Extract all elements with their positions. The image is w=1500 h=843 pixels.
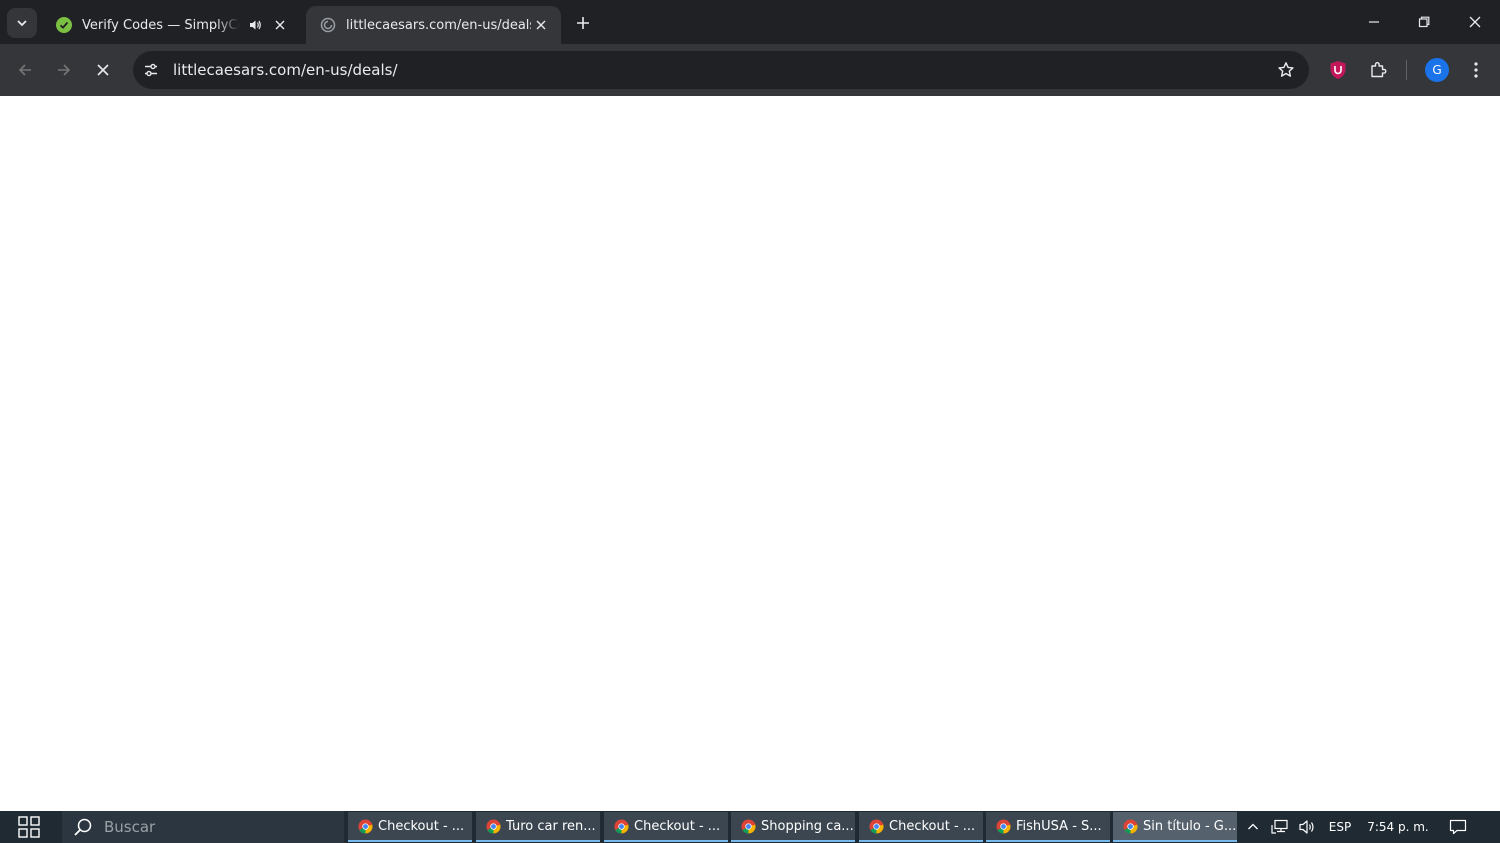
restore-icon: [1418, 16, 1430, 28]
search-placeholder: Buscar: [104, 818, 156, 836]
close-icon: [275, 20, 285, 30]
tab-verify-codes[interactable]: Verify Codes — SimplyCodes: [42, 6, 300, 44]
network-button[interactable]: [1268, 811, 1292, 843]
taskbar-app-label: Turo car ren...: [506, 818, 596, 834]
taskbar-app-label: Checkout - ...: [889, 818, 976, 834]
bookmark-button[interactable]: [1271, 55, 1301, 85]
tab-little-caesars[interactable]: littlecaesars.com/en-us/deals/: [306, 6, 561, 44]
taskbar-app-chrome[interactable]: Sin título - G...: [1113, 812, 1237, 842]
speaker-icon[interactable]: [246, 16, 264, 34]
tab-title: Verify Codes — SimplyCodes: [82, 17, 240, 33]
chrome-icon: [996, 818, 1011, 834]
network-icon: [1271, 819, 1288, 834]
taskbar-app-chrome[interactable]: Checkout - ...: [604, 812, 728, 842]
arrow-right-icon: [58, 64, 71, 76]
taskbar-app-chrome[interactable]: Checkout - ...: [348, 812, 472, 842]
tune-icon: [145, 63, 157, 77]
browser-toolbar: littlecaesars.com/en-us/deals/ G: [0, 44, 1500, 96]
shield-icon: [1330, 61, 1346, 79]
tab-search-button[interactable]: [7, 8, 37, 38]
clock[interactable]: 7:54 p. m.: [1362, 811, 1434, 843]
language-indicator[interactable]: ESP: [1325, 811, 1355, 843]
page-content: [0, 96, 1500, 811]
chevron-down-icon: [17, 20, 27, 27]
site-info-button[interactable]: [136, 55, 166, 85]
screen: Verify Codes — SimplyCodes littlecaesars…: [0, 0, 1500, 843]
toolbar-separator: [1406, 60, 1407, 80]
simplycodes-favicon-icon: [56, 17, 72, 33]
notifications-button[interactable]: [1444, 811, 1472, 843]
taskbar-search-box[interactable]: Buscar: [62, 811, 344, 843]
chrome-icon: [358, 818, 373, 834]
back-button[interactable]: [9, 54, 41, 86]
taskbar-app-chrome[interactable]: Turo car ren...: [476, 812, 600, 842]
task-view-button[interactable]: [8, 813, 50, 841]
chrome-icon: [741, 818, 756, 834]
tab-title: littlecaesars.com/en-us/deals/: [346, 17, 531, 33]
tab-close-button[interactable]: [531, 15, 551, 35]
search-icon: [72, 816, 94, 838]
forward-button[interactable]: [48, 54, 80, 86]
menu-button[interactable]: [1462, 56, 1490, 84]
arrow-left-icon: [18, 64, 31, 76]
taskbar-app-label: Sin título - G...: [1143, 818, 1237, 834]
notification-icon: [1449, 819, 1467, 835]
taskbar-app-label: Checkout - ...: [634, 818, 721, 834]
chrome-icon: [869, 818, 884, 834]
stop-loading-button[interactable]: [87, 54, 119, 86]
puzzle-icon: [1371, 62, 1387, 78]
taskbar-app-label: Checkout - ...: [378, 818, 465, 834]
show-hidden-icons-button[interactable]: [1242, 811, 1264, 843]
star-icon: [1278, 62, 1294, 77]
tab-strip: Verify Codes — SimplyCodes littlecaesars…: [0, 0, 1500, 44]
taskbar: Buscar Checkout - ... Turo car ren... Ch…: [0, 811, 1500, 843]
chrome-icon: [486, 818, 501, 834]
url-text[interactable]: littlecaesars.com/en-us/deals/: [173, 61, 1271, 79]
extensions-button[interactable]: [1364, 56, 1392, 84]
volume-icon: [1299, 820, 1314, 834]
address-bar[interactable]: littlecaesars.com/en-us/deals/: [133, 51, 1309, 89]
taskbar-app-chrome[interactable]: Checkout - ...: [859, 812, 983, 842]
taskbar-app-label: FishUSA - S...: [1016, 818, 1102, 834]
volume-button[interactable]: [1295, 811, 1319, 843]
chrome-icon: [1123, 818, 1138, 834]
more-vertical-icon: [1474, 62, 1478, 78]
ublock-extension-button[interactable]: [1324, 56, 1352, 84]
taskbar-app-chrome[interactable]: FishUSA - S...: [986, 812, 1110, 842]
close-icon: [97, 64, 109, 76]
close-icon: [536, 20, 546, 30]
grid-icon: [18, 816, 40, 838]
taskbar-app-label: Shopping ca...: [761, 818, 854, 834]
new-tab-button[interactable]: [570, 10, 596, 36]
close-icon: [1469, 16, 1481, 28]
chrome-icon: [614, 818, 629, 834]
taskbar-app-chrome[interactable]: Shopping ca...: [731, 812, 855, 842]
loading-globe-icon: [320, 17, 336, 33]
plus-icon: [577, 17, 589, 29]
minimize-icon: [1369, 21, 1379, 23]
close-window-button[interactable]: [1450, 0, 1500, 44]
profile-avatar[interactable]: G: [1425, 58, 1449, 82]
chevron-up-icon: [1248, 823, 1258, 830]
restore-button[interactable]: [1399, 0, 1449, 44]
tab-close-button[interactable]: [270, 15, 290, 35]
minimize-button[interactable]: [1349, 0, 1399, 44]
